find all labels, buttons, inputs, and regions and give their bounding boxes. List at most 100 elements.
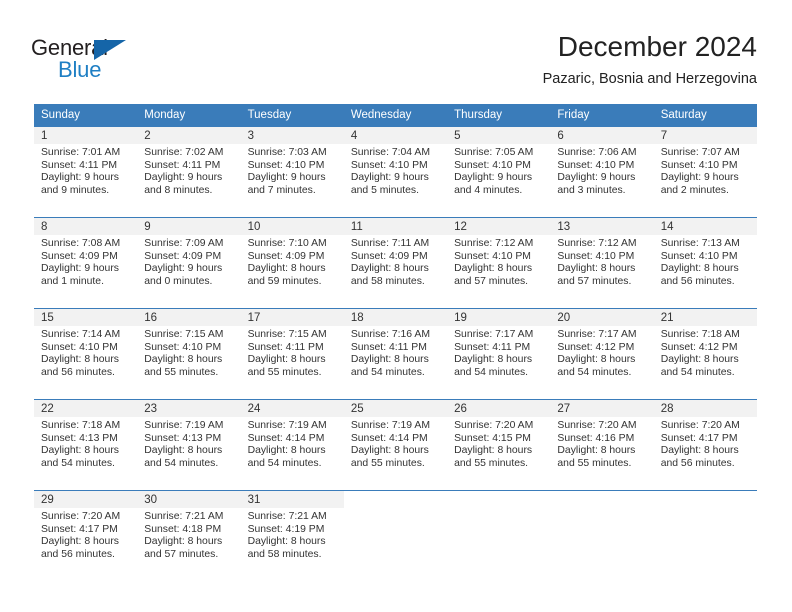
- day-info: Sunrise: 7:15 AM Sunset: 4:11 PM Daylight:…: [241, 326, 344, 379]
- calendar-day-cell[interactable]: 19 Sunrise: 7:17 AM Sunset: 4:11 PM Dayligh…: [447, 308, 551, 400]
- day-info: [344, 508, 447, 511]
- daylight-text-line1: Daylight: 8 hours: [41, 354, 119, 366]
- calendar-day-cell[interactable]: 16 Sunrise: 7:15 AM Sunset: 4:10 PM Dayligh…: [137, 308, 241, 400]
- day-cell-empty: [447, 491, 550, 581]
- daylight-text-line2: and 54 minutes.: [247, 457, 322, 469]
- calendar-body: 1 Sunrise: 7:01 AM Sunset: 4:11 PM Daylight…: [34, 127, 757, 581]
- daylight-text-line1: Daylight: 8 hours: [41, 445, 119, 457]
- daylight-text-line1: Daylight: 9 hours: [41, 172, 119, 184]
- calendar-day-cell[interactable]: 9 Sunrise: 7:09 AM Sunset: 4:09 PM Daylight…: [137, 217, 241, 309]
- day-info: Sunrise: 7:12 AM Sunset: 4:10 PM Daylight:…: [550, 235, 653, 288]
- calendar-day-cell[interactable]: 29 Sunrise: 7:20 AM Sunset: 4:17 PM Dayligh…: [34, 490, 138, 581]
- sunset-text: Sunset: 4:11 PM: [41, 159, 118, 171]
- daylight-text-line1: Daylight: 9 hours: [350, 172, 429, 184]
- day-cell-content: 6 Sunrise: 7:06 AM Sunset: 4:10 PM Daylight…: [550, 127, 654, 217]
- sunset-text: Sunset: 4:18 PM: [144, 523, 222, 535]
- calendar-day-cell[interactable]: 2 Sunrise: 7:02 AM Sunset: 4:11 PM Daylight…: [137, 127, 241, 218]
- day-cell-content: 26 Sunrise: 7:20 AM Sunset: 4:15 PM Dayligh…: [447, 400, 551, 490]
- calendar-day-cell[interactable]: 21 Sunrise: 7:18 AM Sunset: 4:12 PM Dayligh…: [653, 308, 757, 400]
- calendar-day-cell[interactable]: 23 Sunrise: 7:19 AM Sunset: 4:13 PM Dayligh…: [137, 399, 241, 491]
- day-number: 20: [550, 309, 654, 326]
- calendar-day-cell[interactable]: 11 Sunrise: 7:11 AM Sunset: 4:09 PM Dayligh…: [343, 217, 448, 309]
- day-cell-content: 20 Sunrise: 7:17 AM Sunset: 4:12 PM Dayligh…: [550, 309, 654, 399]
- weekday-header-friday: Friday: [550, 104, 654, 127]
- calendar-day-cell[interactable]: 22 Sunrise: 7:18 AM Sunset: 4:13 PM Dayligh…: [34, 399, 138, 491]
- calendar-day-cell[interactable]: 10 Sunrise: 7:10 AM Sunset: 4:09 PM Dayligh…: [240, 217, 344, 309]
- daylight-text-line2: and 7 minutes.: [247, 184, 316, 196]
- day-number: [344, 491, 447, 508]
- day-info: Sunrise: 7:19 AM Sunset: 4:14 PM Daylight:…: [344, 417, 447, 470]
- day-info: Sunrise: 7:06 AM Sunset: 4:10 PM Daylight:…: [550, 144, 653, 197]
- calendar-day-cell[interactable]: 24 Sunrise: 7:19 AM Sunset: 4:14 PM Dayligh…: [240, 399, 344, 491]
- calendar-day-cell[interactable]: [550, 490, 654, 581]
- day-info: Sunrise: 7:21 AM Sunset: 4:19 PM Daylight:…: [241, 508, 344, 561]
- daylight-text-line2: and 56 minutes.: [41, 366, 115, 378]
- calendar-day-cell[interactable]: 3 Sunrise: 7:03 AM Sunset: 4:10 PM Daylight…: [240, 127, 344, 218]
- calendar-day-cell[interactable]: 27 Sunrise: 7:20 AM Sunset: 4:16 PM Dayligh…: [550, 399, 654, 491]
- day-info: [447, 508, 550, 511]
- daylight-text-line1: Daylight: 8 hours: [454, 263, 533, 275]
- daylight-text-line2: and 54 minutes.: [660, 366, 735, 378]
- sunrise-text: Sunrise: 7:18 AM: [41, 420, 121, 431]
- day-info: Sunrise: 7:19 AM Sunset: 4:13 PM Daylight:…: [137, 417, 240, 470]
- day-number: 7: [653, 127, 757, 144]
- sunrise-text: Sunrise: 7:04 AM: [350, 147, 430, 158]
- day-cell-content: 10 Sunrise: 7:10 AM Sunset: 4:09 PM Dayligh…: [240, 218, 344, 308]
- calendar-day-cell[interactable]: 4 Sunrise: 7:04 AM Sunset: 4:10 PM Daylight…: [343, 127, 448, 218]
- weekday-header-saturday: Saturday: [653, 104, 757, 127]
- day-cell-empty: [654, 491, 757, 581]
- calendar-day-cell[interactable]: 20 Sunrise: 7:17 AM Sunset: 4:12 PM Dayligh…: [550, 308, 654, 400]
- day-cell-content: 3 Sunrise: 7:03 AM Sunset: 4:10 PM Daylight…: [240, 127, 344, 217]
- calendar-day-cell[interactable]: 1 Sunrise: 7:01 AM Sunset: 4:11 PM Daylight…: [34, 127, 138, 218]
- daylight-text-line2: and 58 minutes.: [247, 548, 322, 560]
- day-info: Sunrise: 7:20 AM Sunset: 4:17 PM Daylight:…: [654, 417, 757, 470]
- daylight-text-line1: Daylight: 9 hours: [144, 172, 223, 184]
- day-number: 9: [137, 218, 241, 235]
- sunrise-text: Sunrise: 7:17 AM: [557, 329, 637, 340]
- calendar-day-cell[interactable]: 14 Sunrise: 7:13 AM Sunset: 4:10 PM Dayligh…: [653, 217, 757, 309]
- sunset-text: Sunset: 4:09 PM: [41, 250, 118, 262]
- calendar-day-cell[interactable]: 12 Sunrise: 7:12 AM Sunset: 4:10 PM Dayligh…: [447, 217, 551, 309]
- calendar-day-cell[interactable]: 28 Sunrise: 7:20 AM Sunset: 4:17 PM Dayligh…: [653, 399, 757, 491]
- sunset-text: Sunset: 4:12 PM: [660, 341, 738, 353]
- calendar-day-cell[interactable]: 31 Sunrise: 7:21 AM Sunset: 4:19 PM Dayligh…: [240, 490, 344, 581]
- day-cell-content: 30 Sunrise: 7:21 AM Sunset: 4:18 PM Dayligh…: [137, 491, 241, 581]
- sunrise-text: Sunrise: 7:08 AM: [41, 238, 121, 249]
- day-number: 6: [550, 127, 654, 144]
- weekday-header-monday: Monday: [137, 104, 241, 127]
- sunset-text: Sunset: 4:10 PM: [247, 159, 325, 171]
- sunset-text: Sunset: 4:13 PM: [144, 432, 222, 444]
- calendar-day-cell[interactable]: 17 Sunrise: 7:15 AM Sunset: 4:11 PM Dayligh…: [240, 308, 344, 400]
- calendar-day-cell[interactable]: [343, 490, 448, 581]
- day-cell-content: 1 Sunrise: 7:01 AM Sunset: 4:11 PM Daylight…: [34, 127, 138, 217]
- calendar-day-cell[interactable]: 15 Sunrise: 7:14 AM Sunset: 4:10 PM Dayligh…: [34, 308, 138, 400]
- day-number: 25: [343, 400, 448, 417]
- calendar-day-cell[interactable]: 8 Sunrise: 7:08 AM Sunset: 4:09 PM Daylight…: [34, 217, 138, 309]
- calendar-day-cell[interactable]: 26 Sunrise: 7:20 AM Sunset: 4:15 PM Dayligh…: [447, 399, 551, 491]
- calendar-day-cell[interactable]: 25 Sunrise: 7:19 AM Sunset: 4:14 PM Dayligh…: [343, 399, 448, 491]
- daylight-text-line2: and 8 minutes.: [144, 184, 213, 196]
- calendar-day-cell[interactable]: 18 Sunrise: 7:16 AM Sunset: 4:11 PM Dayligh…: [343, 308, 448, 400]
- daylight-text-line2: and 56 minutes.: [660, 275, 735, 287]
- daylight-text-line2: and 3 minutes.: [557, 184, 626, 196]
- calendar-day-cell[interactable]: [447, 490, 551, 581]
- calendar-day-cell[interactable]: 30 Sunrise: 7:21 AM Sunset: 4:18 PM Dayligh…: [137, 490, 241, 581]
- day-number: 19: [447, 309, 551, 326]
- sunset-text: Sunset: 4:10 PM: [557, 159, 635, 171]
- calendar-day-cell[interactable]: [653, 490, 757, 581]
- day-info: Sunrise: 7:20 AM Sunset: 4:16 PM Daylight:…: [550, 417, 653, 470]
- calendar-day-cell[interactable]: 5 Sunrise: 7:05 AM Sunset: 4:10 PM Daylight…: [447, 127, 551, 218]
- day-cell-content: 4 Sunrise: 7:04 AM Sunset: 4:10 PM Daylight…: [343, 127, 448, 217]
- day-number: 21: [653, 309, 757, 326]
- calendar-page: General Blue December 2024 Pazaric, Bosn…: [0, 0, 792, 612]
- calendar-day-cell[interactable]: 13 Sunrise: 7:12 AM Sunset: 4:10 PM Dayligh…: [550, 217, 654, 309]
- sunrise-text: Sunrise: 7:07 AM: [660, 147, 740, 158]
- calendar-day-cell[interactable]: 7 Sunrise: 7:07 AM Sunset: 4:10 PM Daylight…: [653, 127, 757, 218]
- day-number: 23: [137, 400, 241, 417]
- daylight-text-line2: and 56 minutes.: [660, 457, 735, 469]
- sunset-text: Sunset: 4:10 PM: [350, 159, 428, 171]
- sunrise-text: Sunrise: 7:20 AM: [660, 420, 740, 431]
- calendar-day-cell[interactable]: 6 Sunrise: 7:06 AM Sunset: 4:10 PM Daylight…: [550, 127, 654, 218]
- daylight-text-line2: and 55 minutes.: [247, 366, 322, 378]
- day-cell-empty: [344, 491, 447, 581]
